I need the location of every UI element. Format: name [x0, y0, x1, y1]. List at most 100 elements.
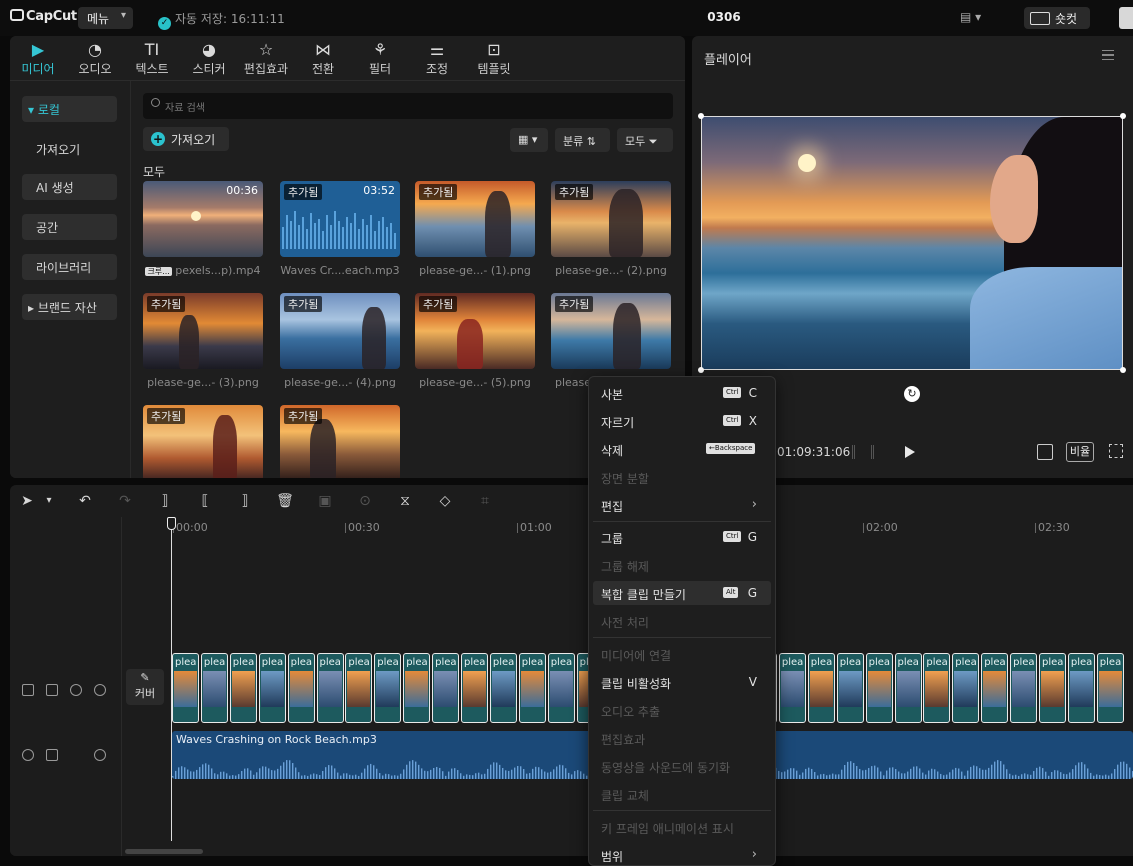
video-clip[interactable]: plea [374, 653, 402, 723]
cover-button[interactable]: ✎ 커버 [126, 669, 164, 705]
video-clip[interactable]: plea [1096, 653, 1124, 723]
video-clip[interactable]: plea [489, 653, 517, 723]
split-right-icon[interactable]: ⟧ [236, 492, 254, 510]
sidebar-item-library[interactable]: 라이브러리 [22, 254, 117, 280]
playhead-handle[interactable] [167, 517, 176, 530]
video-clip[interactable]: plea [345, 653, 373, 723]
resize-handle[interactable] [698, 367, 704, 373]
video-clip[interactable]: plea [316, 653, 344, 723]
horizontal-scrollbar[interactable] [125, 849, 203, 854]
reverse-icon[interactable]: ⊙ [356, 492, 374, 510]
resize-handle[interactable] [698, 113, 704, 119]
undo-icon[interactable]: ↶ [76, 492, 94, 510]
video-clip[interactable]: plea [287, 653, 315, 723]
export-button-edge[interactable] [1119, 7, 1133, 29]
media-item[interactable]: 추가됨 [415, 181, 535, 257]
menu-item-compound-clip[interactable]: 복합 클립 만들기 Alt G [593, 581, 771, 605]
menu-item-range[interactable]: 범위 › [593, 843, 771, 864]
sidebar-item-local[interactable]: ▾ 로컬 [22, 96, 117, 122]
tab-audio[interactable]: ◔ 오디오 [67, 40, 123, 80]
redo-icon[interactable]: ↷ [116, 492, 134, 510]
video-clip[interactable]: plea [778, 653, 806, 723]
sidebar-item-brand-assets[interactable]: ▸ 브랜드 자산 [22, 294, 117, 320]
video-clip[interactable]: plea [258, 653, 286, 723]
tab-transition[interactable]: ⋈ 전환 [295, 40, 351, 80]
video-clip[interactable]: plea [229, 653, 257, 723]
menu-item-delete[interactable]: 삭제 ←Backspace [593, 437, 771, 461]
video-clip[interactable]: plea [518, 653, 546, 723]
eye-icon[interactable] [70, 684, 82, 696]
sidebar-item-ai-generate[interactable]: AI 생성 [22, 174, 117, 200]
menu-item-disable-clip[interactable]: 클립 비활성화 V [593, 670, 771, 694]
video-clip[interactable]: plea [403, 653, 431, 723]
aspect-ratio-button[interactable]: 비율 [1066, 442, 1094, 462]
resize-handle[interactable] [1120, 367, 1126, 373]
chevron-down-icon[interactable]: ▾ [40, 492, 58, 510]
media-item[interactable]: 추가됨 [143, 405, 263, 478]
menu-item-copy[interactable]: 사본 Ctrl C [593, 381, 771, 405]
video-clip[interactable]: plea [836, 653, 864, 723]
volume-icon[interactable] [94, 684, 106, 696]
media-item[interactable]: 추가됨 [280, 405, 400, 478]
media-item[interactable]: 추가됨 [551, 181, 671, 257]
video-clip[interactable]: plea [432, 653, 460, 723]
playhead[interactable] [171, 527, 172, 841]
rotate-clip-icon[interactable]: ◇ [436, 492, 454, 510]
video-clip[interactable]: plea [807, 653, 835, 723]
menu-item-cut[interactable]: 자르기 Ctrl X [593, 409, 771, 433]
play-icon[interactable] [905, 446, 915, 458]
crop-icon[interactable]: ⌗ [476, 492, 494, 510]
video-clip[interactable]: plea [1039, 653, 1066, 723]
resize-handle[interactable] [1120, 113, 1126, 119]
delete-icon[interactable]: 🗑 [276, 492, 294, 510]
mirror-icon[interactable]: ⧖ [396, 492, 414, 510]
video-clip[interactable]: plea [894, 653, 922, 723]
menu-button[interactable]: 메뉴 ▾ [78, 7, 133, 29]
split-icon[interactable]: ⟧ [156, 492, 174, 510]
layout-icon[interactable]: ▤ ▾ [960, 10, 992, 26]
video-clip[interactable]: plea [200, 653, 228, 723]
tab-template[interactable]: ⊡ 템플릿 [466, 40, 522, 80]
tab-text[interactable]: TI 텍스트 [124, 40, 180, 80]
media-item[interactable]: 00:36 [143, 181, 263, 257]
video-clip[interactable]: plea [952, 653, 980, 723]
video-clip[interactable]: plea [865, 653, 893, 723]
tab-filter[interactable]: ⚘ 필터 [352, 40, 408, 80]
video-clip[interactable]: plea [547, 653, 575, 723]
volume-icon[interactable] [94, 749, 106, 761]
menu-item-group[interactable]: 그룹 Ctrl G [593, 525, 771, 549]
freeze-icon[interactable]: ▣ [316, 492, 334, 510]
hamburger-menu-icon[interactable] [1102, 50, 1114, 60]
sort-button[interactable]: 분류 ⇅ [555, 128, 610, 152]
fullscreen-icon[interactable] [1109, 444, 1123, 458]
sidebar-item-import[interactable]: 가져오기 [22, 136, 117, 162]
split-left-icon[interactable]: ⟦ [196, 492, 214, 510]
media-search-input[interactable]: 자료 검색 [143, 93, 673, 119]
video-clip[interactable]: plea [1067, 653, 1095, 723]
video-clip[interactable]: plea [461, 653, 488, 723]
tab-sticker[interactable]: ◕ 스티커 [181, 40, 237, 80]
media-item[interactable]: 추가됨 [415, 293, 535, 369]
filter-button[interactable]: 모두 ⏷ [617, 128, 673, 152]
shortcut-button[interactable]: 숏컷 [1024, 7, 1090, 29]
tab-media[interactable]: ▶ 미디어 [10, 40, 66, 80]
video-clip[interactable]: plea [923, 653, 951, 723]
video-clip[interactable]: plea [172, 653, 199, 723]
video-preview[interactable] [701, 116, 1123, 370]
tab-effects[interactable]: ☆ 편집효과 [238, 40, 294, 80]
media-item[interactable]: 추가됨 [551, 293, 671, 369]
select-cursor-icon[interactable]: ➤ [18, 492, 36, 510]
rotate-icon[interactable]: ↻ [904, 386, 920, 402]
video-clip[interactable]: plea [1010, 653, 1038, 723]
lock-icon[interactable] [46, 684, 58, 696]
import-button[interactable]: + 가져오기 [143, 127, 229, 151]
video-clip[interactable]: plea [981, 653, 1009, 723]
zoom-fit-icon[interactable] [1037, 444, 1053, 460]
project-title[interactable]: 0306 [700, 10, 748, 24]
media-item[interactable]: 추가됨 03:52 [280, 181, 400, 257]
timecode-format-icon[interactable] [852, 445, 874, 459]
view-mode-button[interactable]: ▦ ▾ [510, 128, 548, 152]
sidebar-item-space[interactable]: 공간 [22, 214, 117, 240]
media-item[interactable]: 추가됨 [280, 293, 400, 369]
lock-icon[interactable] [46, 749, 58, 761]
